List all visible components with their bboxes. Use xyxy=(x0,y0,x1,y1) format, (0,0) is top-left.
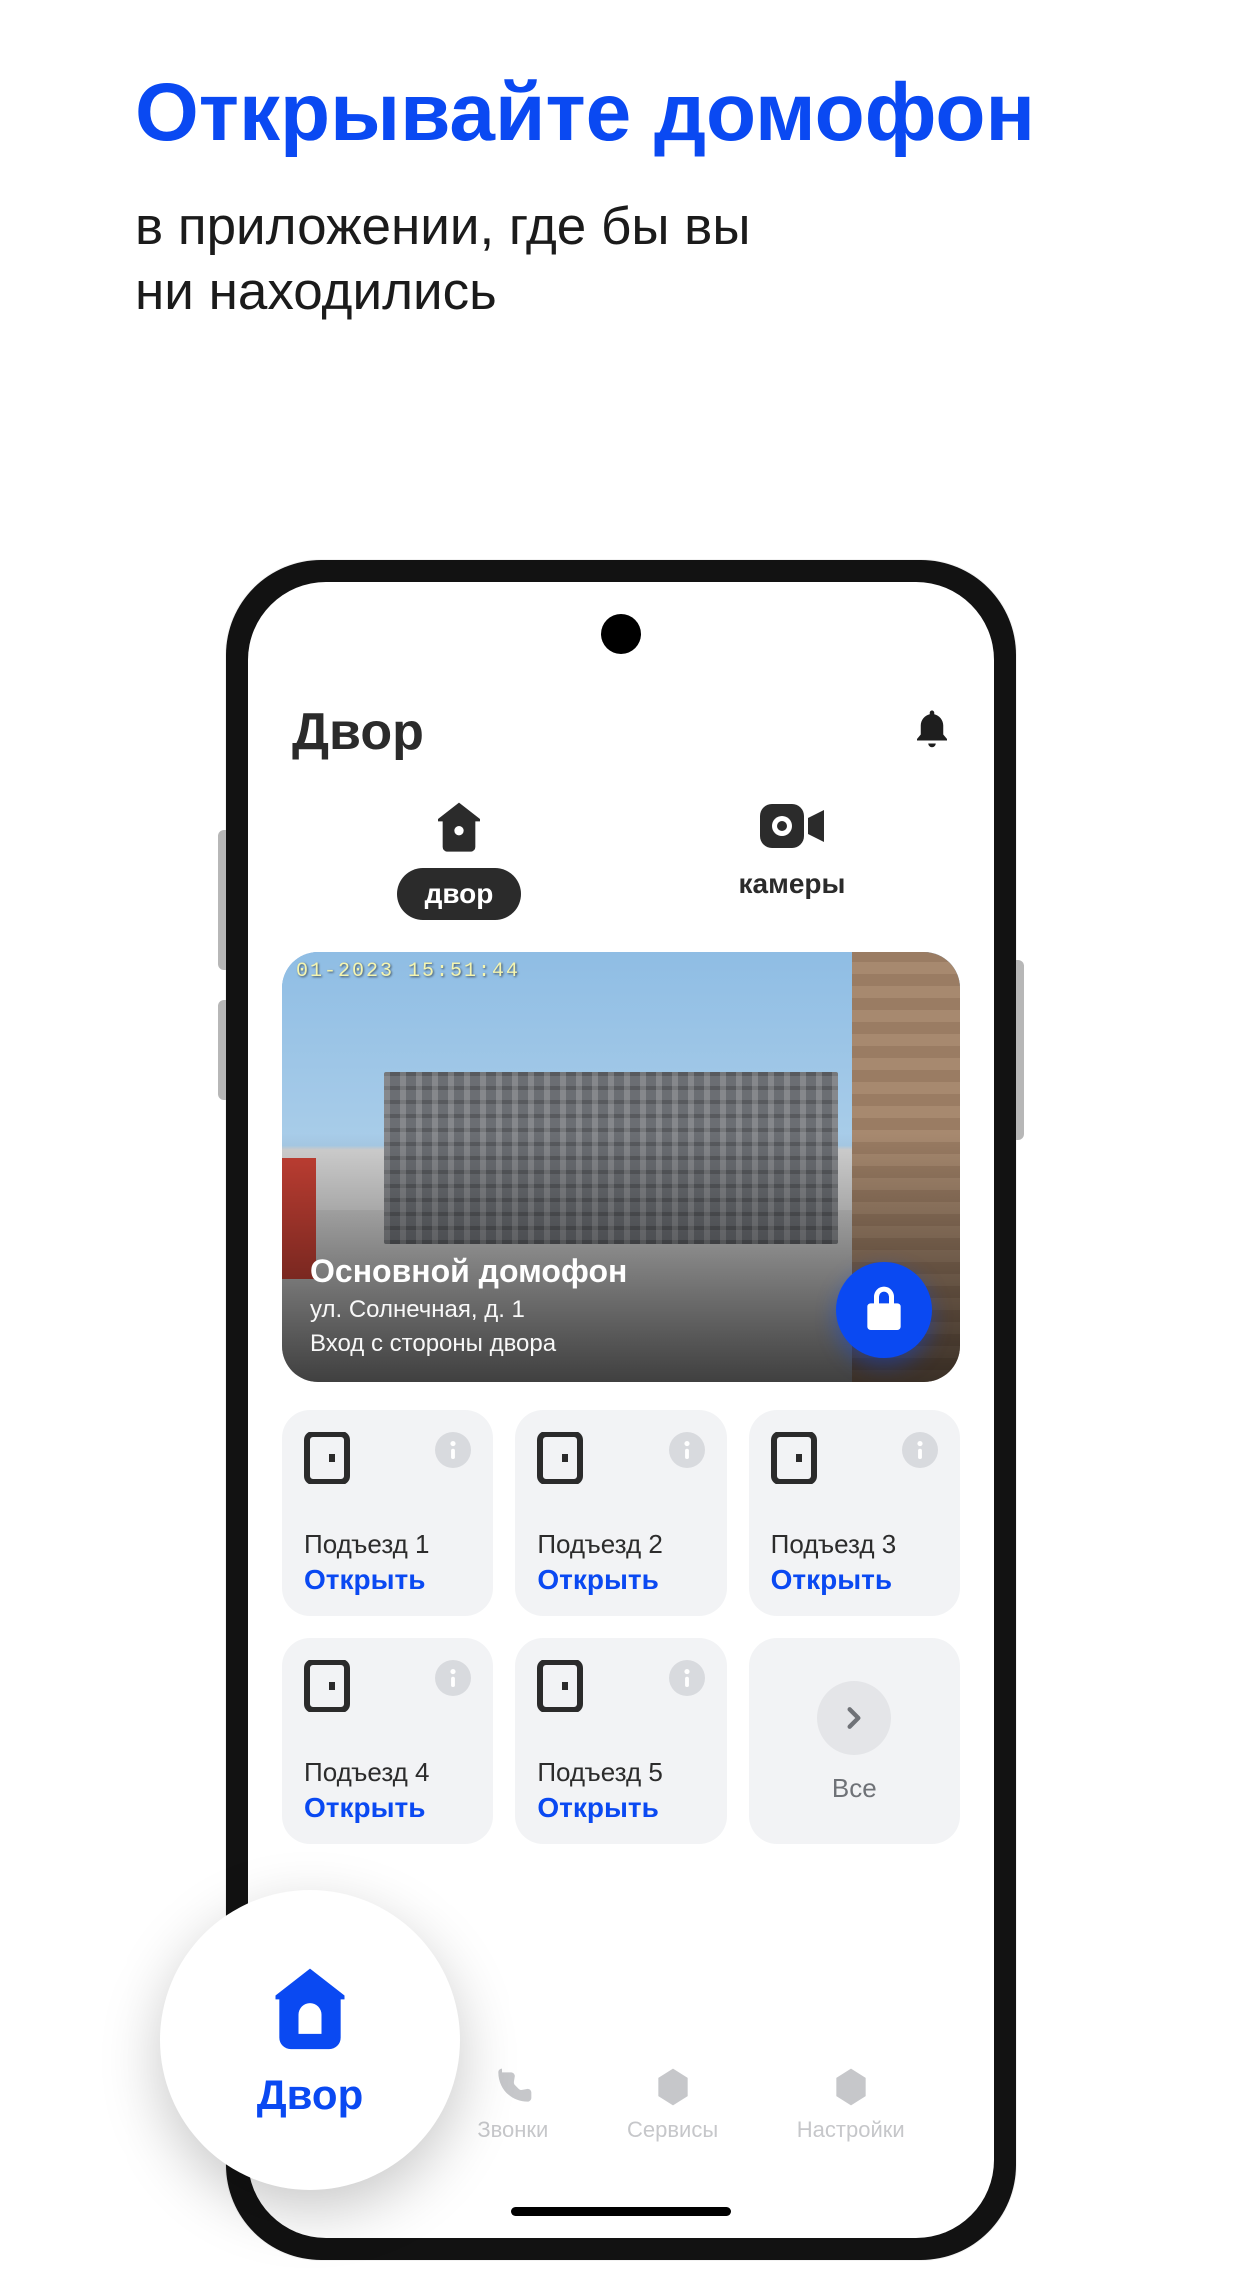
door-name: Подъезд 2 xyxy=(537,1529,704,1560)
door-open-link[interactable]: Открыть xyxy=(304,1792,471,1824)
door-open-link[interactable]: Открыть xyxy=(771,1564,938,1596)
door-info-button[interactable] xyxy=(669,1432,705,1468)
phone-side-button xyxy=(218,1000,226,1100)
unlock-button[interactable] xyxy=(836,1262,932,1358)
door-name: Подъезд 1 xyxy=(304,1529,471,1560)
info-icon xyxy=(450,1441,456,1459)
info-icon xyxy=(917,1441,923,1459)
door-icon xyxy=(537,1432,583,1484)
notifications-button[interactable] xyxy=(914,710,950,755)
door-info-button[interactable] xyxy=(902,1432,938,1468)
camera-text: Основной домофон ул. Солнечная, д. 1 Вхо… xyxy=(310,1253,627,1358)
nav-yard-label: Двор xyxy=(257,2071,364,2119)
app-header: Двор xyxy=(248,582,994,790)
page-title: Двор xyxy=(292,702,424,762)
door-name: Подъезд 3 xyxy=(771,1529,938,1560)
gear-icon xyxy=(829,2065,873,2109)
door-card[interactable]: Подъезд 1 Открыть xyxy=(282,1410,493,1616)
main-intercom-card[interactable]: 01-2023 15:51:44 Основной домофон ул. Со… xyxy=(282,952,960,1382)
segment-cameras[interactable]: камеры xyxy=(739,796,846,920)
door-icon xyxy=(304,1432,350,1484)
home-indicator xyxy=(511,2207,731,2216)
door-open-link[interactable]: Открыть xyxy=(537,1564,704,1596)
house-icon xyxy=(264,1961,356,2053)
house-icon xyxy=(431,798,487,854)
info-icon xyxy=(684,1669,690,1687)
bell-icon xyxy=(914,710,950,750)
nav-settings-label: Настройки xyxy=(797,2117,905,2143)
door-card[interactable]: Подъезд 3 Открыть xyxy=(749,1410,960,1616)
nav-services-label: Сервисы xyxy=(627,2117,718,2143)
hex-icon xyxy=(651,2065,695,2109)
door-name: Подъезд 5 xyxy=(537,1757,704,1788)
chevron-right-icon xyxy=(841,1705,867,1731)
door-icon xyxy=(537,1660,583,1712)
door-info-button[interactable] xyxy=(669,1660,705,1696)
nav-yard-highlight[interactable]: Двор xyxy=(160,1890,460,2190)
door-card[interactable]: Подъезд 4 Открыть xyxy=(282,1638,493,1844)
phone-icon xyxy=(491,2065,535,2109)
nav-services[interactable]: Сервисы xyxy=(627,2065,718,2143)
info-icon xyxy=(684,1441,690,1459)
door-icon xyxy=(771,1432,817,1484)
door-info-button[interactable] xyxy=(435,1660,471,1696)
lock-icon xyxy=(864,1286,904,1334)
nav-settings[interactable]: Настройки xyxy=(797,2065,905,2143)
segment-yard[interactable]: двор xyxy=(397,796,522,920)
segment-row: двор камеры xyxy=(248,790,994,930)
door-info-button[interactable] xyxy=(435,1432,471,1468)
camera-icon xyxy=(760,804,824,848)
door-open-link[interactable]: Открыть xyxy=(304,1564,471,1596)
arrow-circle xyxy=(817,1681,891,1755)
nav-calls-label: Звонки xyxy=(477,2117,548,2143)
all-doors-button[interactable]: Все xyxy=(749,1638,960,1844)
nav-calls[interactable]: Звонки xyxy=(477,2065,548,2143)
camera-timestamp: 01-2023 15:51:44 xyxy=(296,960,520,983)
hero-title: Открывайте домофон xyxy=(135,70,1035,156)
door-name: Подъезд 4 xyxy=(304,1757,471,1788)
door-icon xyxy=(304,1660,350,1712)
door-open-link[interactable]: Открыть xyxy=(537,1792,704,1824)
intercom-address: ул. Солнечная, д. 1 xyxy=(310,1296,627,1324)
info-icon xyxy=(450,1669,456,1687)
intercom-title: Основной домофон xyxy=(310,1253,627,1290)
camera-overlay: Основной домофон ул. Солнечная, д. 1 Вхо… xyxy=(282,1233,960,1382)
segment-cameras-label: камеры xyxy=(739,868,846,900)
door-card[interactable]: Подъезд 2 Открыть xyxy=(515,1410,726,1616)
all-doors-label: Все xyxy=(832,1773,877,1804)
intercom-entry-side: Вход с стороны двора xyxy=(310,1330,627,1358)
doors-grid: Подъезд 1 Открыть xyxy=(282,1410,960,1844)
door-card[interactable]: Подъезд 5 Открыть xyxy=(515,1638,726,1844)
segment-yard-label: двор xyxy=(397,868,522,920)
hero-subtitle: в приложении, где бы выни находились xyxy=(135,195,750,324)
